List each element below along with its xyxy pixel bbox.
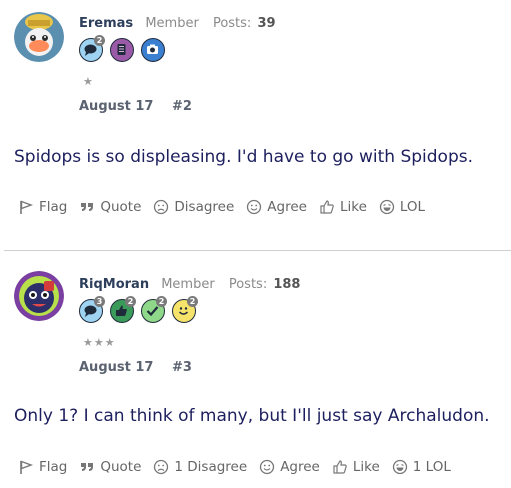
badge-row: 2 [79,35,165,64]
posts-count: 188 [273,277,301,292]
posts-label: Posts: [228,277,268,292]
quote-button[interactable]: Quote [79,459,141,475]
like-button[interactable]: Like [332,459,380,475]
badge-count: 2 [94,35,105,46]
laugh-icon [392,459,407,475]
rank-stars: ★ [83,75,94,88]
avatar[interactable] [14,271,64,321]
laugh-icon [379,199,395,215]
chat-bubble-icon[interactable]: 3 [79,296,105,323]
user-role: Member [145,16,199,31]
like-button[interactable]: Like [319,199,367,215]
post-date[interactable]: August 17 [79,99,153,114]
flag-icon [20,460,34,474]
frown-icon [154,199,169,215]
user-info: RiqMoran Member Posts: 188 [79,277,300,292]
post-actions: Flag Quote 1 Disagree Agree Like 1 LOL [18,459,463,475]
quote-icon [81,203,94,211]
badge-count: 2 [125,296,136,307]
post-date-line: August 17 #3 [79,360,192,375]
flag-button[interactable]: Flag [18,459,67,475]
username[interactable]: Eremas [79,16,133,31]
badge-row: 3 2 2 2 [79,296,198,325]
like-label: Like [352,459,380,475]
quote-button[interactable]: Quote [79,199,141,215]
quote-label: Quote [100,459,142,475]
lol-label: LOL [399,199,426,215]
agree-label: Agree [267,199,307,215]
checkmark-icon[interactable]: 2 [141,296,167,323]
flag-icon [20,200,34,214]
flag-label: Flag [39,459,68,475]
thumbs-up-icon[interactable]: 2 [110,296,136,323]
thumbs-up-icon [320,200,334,214]
avatar[interactable] [14,12,64,62]
username[interactable]: RiqMoran [79,277,149,292]
like-label: Like [339,199,367,215]
disagree-label: 1 Disagree [174,459,248,475]
disagree-button[interactable]: 1 Disagree [153,459,247,475]
agree-label: Agree [280,459,320,475]
agree-button[interactable]: Agree [246,199,307,215]
post-body: Spidops is so displeasing. I'd have to g… [14,147,473,167]
lol-button[interactable]: 1 LOL [392,459,451,475]
posts-label: Posts: [212,16,252,31]
chat-bubble-icon[interactable]: 2 [79,35,105,62]
posts-count: 39 [257,16,276,31]
smile-icon [247,199,262,215]
disagree-button[interactable]: Disagree [153,199,234,215]
post-date-line: August 17 #2 [79,99,192,114]
thumbs-up-icon [333,460,347,474]
post-divider [4,250,511,251]
flag-label: Flag [39,199,68,215]
post-actions: Flag Quote Disagree Agree Like LOL [18,199,437,215]
quote-icon [81,463,94,471]
camera-icon[interactable] [141,38,165,62]
flag-button[interactable]: Flag [18,199,67,215]
notebook-icon[interactable] [110,38,134,62]
post-number[interactable]: #3 [172,360,192,375]
rank-stars: ★★★ [83,336,116,349]
smile-icon [260,459,275,475]
frown-icon [154,459,169,475]
smiley-icon[interactable]: 2 [172,296,198,323]
lol-button[interactable]: LOL [379,199,425,215]
badge-count: 2 [156,296,167,307]
quote-label: Quote [100,199,142,215]
post-number[interactable]: #2 [172,99,192,114]
user-role: Member [161,277,215,292]
badge-count: 2 [187,296,198,307]
agree-button[interactable]: Agree [259,459,320,475]
disagree-label: Disagree [174,199,235,215]
post-date[interactable]: August 17 [79,360,153,375]
post-body: Only 1? I can think of many, but I'll ju… [14,406,490,426]
lol-label: 1 LOL [412,459,451,475]
user-info: Eremas Member Posts: 39 [79,16,276,31]
badge-count: 3 [94,296,105,307]
